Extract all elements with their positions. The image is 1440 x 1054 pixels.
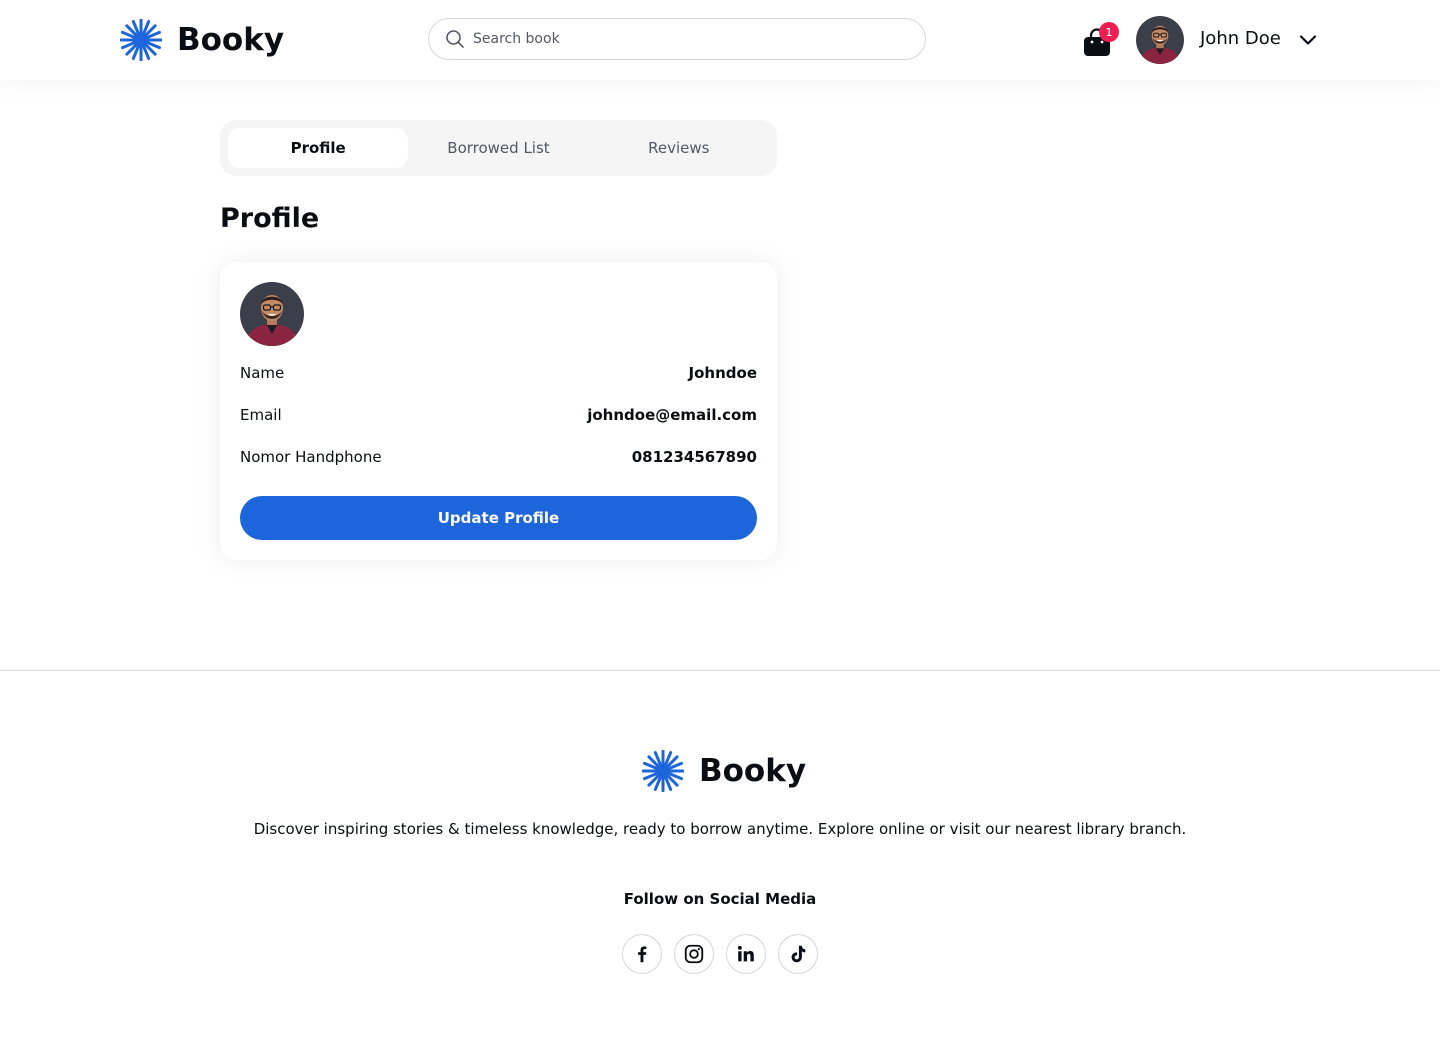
footer-description: Discover inspiring stories & timeless kn… (253, 820, 1187, 838)
linkedin-link[interactable] (726, 934, 766, 974)
profile-row-email: Email johndoe@email.com (240, 406, 757, 424)
footer-brand-name: Booky (699, 753, 807, 789)
search-bar[interactable] (428, 18, 926, 60)
tab-reviews[interactable]: Reviews (589, 128, 769, 168)
profile-row-phone: Nomor Handphone 081234567890 (240, 448, 757, 466)
footer-divider (0, 670, 1440, 671)
booky-logo-icon (120, 19, 162, 61)
tiktok-link[interactable] (778, 934, 818, 974)
profile-row-name: Name Johndoe (240, 364, 757, 382)
profile-tabs: Profile Borrowed List Reviews (220, 120, 777, 176)
chevron-down-icon[interactable] (1296, 28, 1320, 52)
header-logo[interactable]: Booky (120, 19, 284, 61)
linkedin-icon (737, 945, 754, 962)
facebook-icon (638, 946, 647, 963)
phone-label: Nomor Handphone (240, 448, 382, 466)
profile-avatar (240, 282, 304, 346)
email-label: Email (240, 406, 282, 424)
name-label: Name (240, 364, 285, 382)
cart-button[interactable]: 1 (1082, 22, 1119, 58)
footer-logo[interactable]: Booky (642, 750, 806, 792)
profile-card: Name Johndoe Email johndoe@email.com Nom… (220, 262, 777, 560)
brand-name: Booky (177, 22, 285, 58)
cart-count-badge: 1 (1099, 22, 1119, 42)
tiktok-icon (791, 945, 806, 963)
social-media-title: Follow on Social Media (623, 890, 817, 908)
booky-logo-icon (642, 750, 684, 792)
update-profile-button[interactable]: Update Profile (240, 496, 757, 540)
name-value: Johndoe (688, 364, 757, 382)
user-avatar[interactable] (1136, 16, 1184, 64)
phone-value: 081234567890 (631, 448, 757, 466)
social-links (622, 934, 818, 974)
page-title: Profile (220, 203, 320, 234)
tab-profile[interactable]: Profile (228, 128, 409, 168)
instagram-link[interactable] (674, 934, 714, 974)
top-navbar: Booky 1 John Doe (0, 0, 1440, 80)
search-icon (446, 30, 464, 48)
tab-borrowed-list[interactable]: Borrowed List (408, 128, 588, 168)
search-input[interactable] (473, 31, 893, 47)
email-value: johndoe@email.com (587, 406, 757, 424)
facebook-link[interactable] (622, 934, 662, 974)
instagram-icon (684, 944, 704, 964)
user-name[interactable]: John Doe (1200, 28, 1281, 49)
